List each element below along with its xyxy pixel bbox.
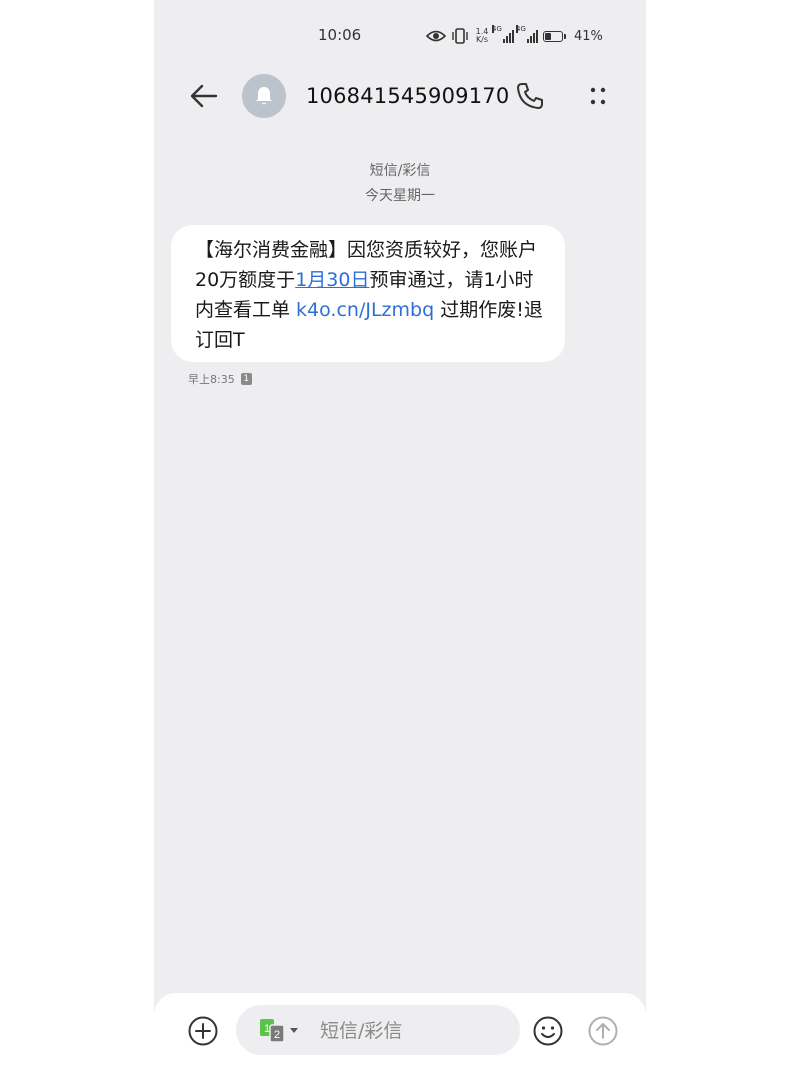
plus-circle-icon [188,1016,218,1046]
signal-sim1-icon: 4G [492,25,514,43]
battery-icon [543,30,566,42]
back-button[interactable] [186,78,222,114]
vibrate-icon [452,28,468,44]
phone-screen: 10:06 1.4 K/s 4G 4G 41% 106841545909170 … [154,0,646,1067]
eye-icon [426,30,446,42]
url-link[interactable]: k4o.cn/JLzmbq [296,299,434,321]
sim-card-badge: 1 [240,373,252,385]
sim-selector[interactable]: 1 2 [260,1019,304,1043]
sim-primary-number: 1 [264,1023,270,1035]
dual-sim-icon: 1 2 [260,1019,298,1043]
emoji-button[interactable] [531,1014,565,1048]
composer-bar: 1 2 [154,993,646,1067]
add-attachment-button[interactable] [186,1014,220,1048]
message-time: 早上8:35 [188,373,235,386]
call-button[interactable] [514,80,546,112]
status-bar: 10:06 1.4 K/s 4G 4G 41% [154,0,646,72]
arrow-up-circle-icon [588,1016,618,1046]
net-speed-unit: K/s [475,35,489,44]
day-label: 今天星期一 [365,188,435,204]
more-dots-icon [590,87,606,105]
arrow-left-icon [190,84,218,108]
message-input-box: 1 2 [236,1005,520,1057]
send-button[interactable] [586,1014,620,1048]
message-bubble[interactable]: 【海尔消费金融】因您资质较好，您账户20万额度于1月30日预审通过，请1小时内查… [171,225,565,362]
phone-icon [517,83,543,109]
battery-percent: 41% [574,28,603,44]
date-link[interactable]: 1月30日 [295,269,369,291]
battery-fill [545,32,551,40]
sim-secondary-number: 2 [274,1029,280,1041]
status-icons: 1.4 K/s 4G 4G 41% [426,24,603,48]
message-timestamp: 早上8:35 1 [188,371,252,387]
message-type-label: 短信/彩信 [369,163,431,179]
sim2-network-label: 4G [516,25,526,33]
sender-number: 106841545909170 [306,84,510,108]
smiley-icon [533,1016,563,1046]
net-speed: 1.4 K/s [474,28,490,44]
avatar[interactable] [242,74,286,118]
signal-sim2-icon: 4G [516,25,538,43]
sim1-network-label: 4G [492,25,502,33]
message-input[interactable] [318,1005,512,1057]
status-time: 10:06 [318,26,362,44]
bell-icon [256,87,272,105]
conversation-header: 106841545909170 [154,72,646,122]
more-options-button[interactable] [582,80,614,112]
